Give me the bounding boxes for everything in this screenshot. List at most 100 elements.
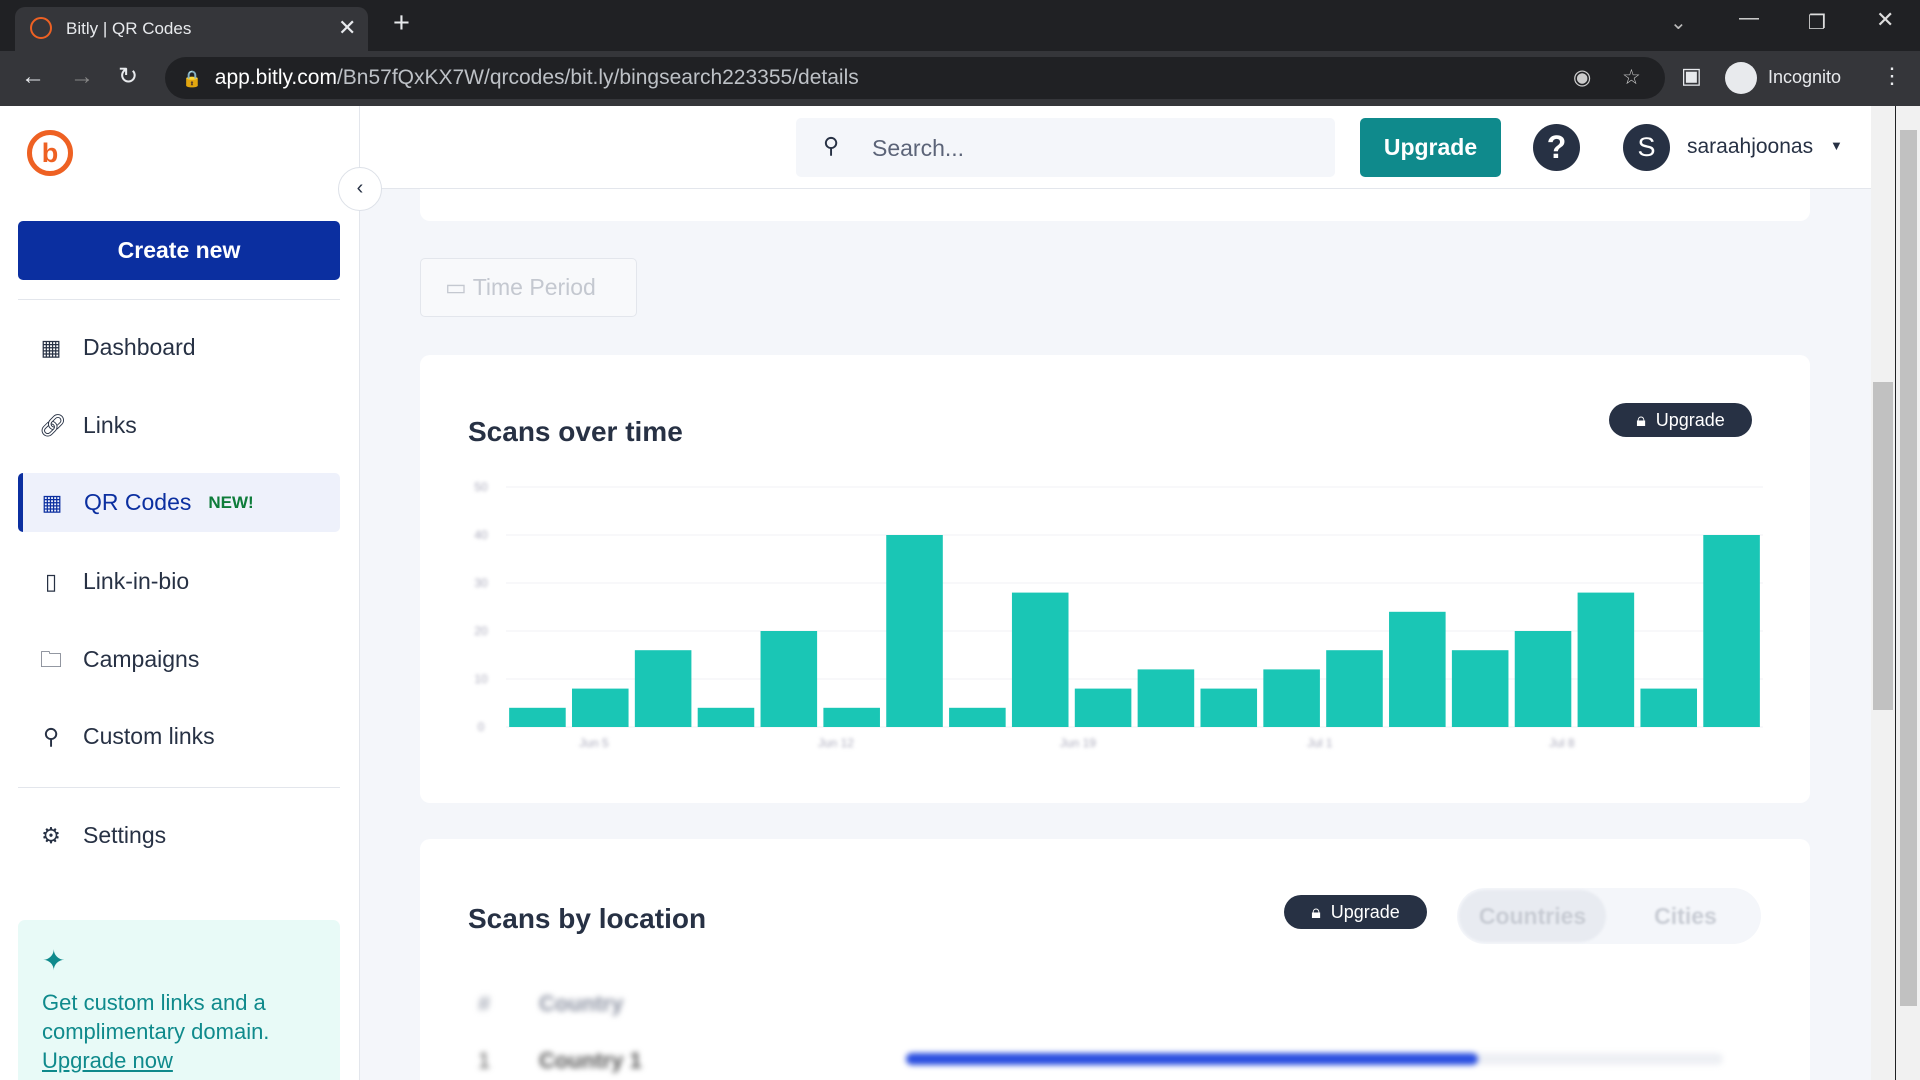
- sidebar-item-custom-links[interactable]: ⚲ Custom links: [18, 707, 340, 766]
- scrollbar[interactable]: [1871, 106, 1895, 1080]
- chevron-down-icon[interactable]: ▼: [1830, 138, 1843, 153]
- sidebar: b ‹ Create new ▦ Dashboard 🔗︎ Links ▦ QR Co…: [0, 106, 382, 1080]
- collapse-sidebar-button[interactable]: ‹: [338, 167, 382, 211]
- close-window-icon[interactable]: ✕: [1876, 7, 1894, 33]
- x-tick-label: Jun 5: [579, 736, 609, 750]
- menu-icon[interactable]: ⋮: [1881, 63, 1903, 89]
- sidepanel-icon[interactable]: ▣: [1681, 63, 1702, 89]
- sidebar-item-link-in-bio[interactable]: ▯ Link-in-bio: [18, 552, 340, 611]
- url-host: app.bitly.com: [214, 66, 337, 89]
- tab-cities[interactable]: Cities: [1612, 890, 1759, 942]
- column-header: #: [478, 991, 491, 1016]
- chart-bar: [697, 707, 755, 727]
- sidebar-item-label: QR Codes: [84, 489, 192, 515]
- chart-bar: [1326, 650, 1383, 727]
- upgrade-pill[interactable]: 🔒︎ Upgrade: [1609, 403, 1752, 437]
- upgrade-pill-label: Upgrade: [1655, 409, 1725, 430]
- username[interactable]: saraahjoonas: [1687, 135, 1813, 159]
- location-toggle: Countries Cities: [1457, 888, 1761, 944]
- qr-icon: ▦: [41, 489, 63, 515]
- y-tick-label: 0: [478, 720, 485, 734]
- upgrade-pill-label: Upgrade: [1330, 901, 1400, 922]
- y-tick-label: 40: [474, 528, 488, 542]
- tab-countries[interactable]: Countries: [1459, 890, 1606, 942]
- lock-icon: 🔒︎: [1636, 409, 1646, 430]
- time-period-button[interactable]: ▭ Time Period: [420, 258, 637, 317]
- minimize-icon[interactable]: —: [1739, 7, 1759, 30]
- x-tick-label: Jul 1: [1307, 736, 1333, 750]
- chart-bar: [1011, 592, 1069, 727]
- y-tick-label: 30: [474, 576, 488, 590]
- chart-bar: [949, 707, 1006, 727]
- chart-bar: [1577, 592, 1635, 727]
- card-title: Scans by location: [468, 903, 707, 934]
- profile-label[interactable]: Incognito: [1768, 67, 1841, 88]
- chart-bar: [634, 650, 692, 727]
- upgrade-now-link[interactable]: Upgrade now: [42, 1048, 173, 1073]
- reload-icon[interactable]: ↻: [118, 62, 138, 91]
- chart-bar: [760, 631, 818, 727]
- page-icon: ▯: [44, 568, 58, 594]
- sidebar-item-label: Link-in-bio: [83, 568, 190, 594]
- scrollbar-thumb[interactable]: [1873, 382, 1893, 710]
- avatar[interactable]: S: [1623, 124, 1670, 171]
- sidebar-item-label: Custom links: [83, 723, 215, 749]
- chart-bar: [1389, 611, 1446, 727]
- address-bar[interactable]: 🔒 app.bitly.com/Bn57fQxKX7W/qrcodes/bit.…: [165, 57, 1665, 99]
- restore-icon[interactable]: ❐: [1808, 10, 1826, 35]
- search-input[interactable]: ⚲ Search...: [796, 118, 1335, 177]
- chart-bar: [1200, 688, 1258, 727]
- new-tab-icon[interactable]: +: [393, 7, 410, 40]
- create-new-button[interactable]: Create new: [18, 221, 340, 280]
- sidebar-item-label: Dashboard: [83, 334, 196, 360]
- sidebar-item-qr-codes[interactable]: ▦ QR Codes NEW!: [18, 473, 340, 532]
- upgrade-pill[interactable]: 🔒︎ Upgrade: [1284, 895, 1427, 929]
- page-scrollbar-thumb[interactable]: [1900, 130, 1917, 1006]
- chart-bar: [509, 707, 566, 727]
- chart-bar: [1451, 650, 1509, 727]
- gear-icon: ⚙: [41, 822, 61, 848]
- help-icon[interactable]: ?: [1533, 124, 1580, 171]
- chart-bar: [1640, 688, 1698, 727]
- grid-icon: ▦: [40, 334, 62, 360]
- browser-tab[interactable]: Bitly | QR Codes ✕: [15, 7, 368, 51]
- page-scrollbar[interactable]: [1896, 106, 1920, 1080]
- sidebar-item-dashboard[interactable]: ▦ Dashboard: [18, 318, 340, 377]
- divider: [18, 787, 340, 788]
- chart-bar: [1074, 688, 1132, 727]
- sidebar-item-settings[interactable]: ⚙ Settings: [18, 806, 340, 865]
- top-header: ⚲ Search... Upgrade ? S saraahjoonas ▼: [360, 106, 1871, 189]
- column-header: Country: [539, 991, 624, 1016]
- sidebar-item-campaigns[interactable]: 🗀 Campaigns: [18, 630, 340, 689]
- back-icon[interactable]: ←: [21, 63, 45, 91]
- sidebar-item-links[interactable]: 🔗︎ Links: [18, 396, 340, 455]
- promo-text: Get custom links and a complimentary dom…: [42, 990, 270, 1044]
- search-placeholder: Search...: [872, 135, 965, 161]
- row-name: Country 1: [539, 1048, 642, 1073]
- search-icon: ⚲: [823, 133, 840, 158]
- incognito-icon: [1725, 62, 1757, 94]
- scans-by-location-card: Scans by location 🔒︎ Upgrade Countries Ci…: [420, 839, 1810, 1080]
- upgrade-button[interactable]: Upgrade: [1360, 118, 1501, 177]
- y-tick-label: 10: [474, 672, 488, 686]
- bitly-logo[interactable]: b: [27, 130, 73, 176]
- star-icon[interactable]: ☆: [1622, 57, 1641, 99]
- scans-over-time-card: Scans over time 🔒︎ Upgrade 0 10 20 30 40 50 Jun…: [420, 355, 1810, 803]
- chart-bar: [571, 688, 629, 727]
- y-tick-label: 20: [474, 624, 488, 638]
- chart-bar: [1514, 631, 1572, 727]
- folder-star-icon: 🗀: [39, 646, 62, 672]
- browser-toolbar: ← → ↻ 🔒 app.bitly.com/Bn57fQxKX7W/qrcode…: [0, 51, 1920, 106]
- chart-bar: [1263, 669, 1320, 727]
- calendar-icon: ▭: [445, 274, 467, 300]
- tab-close-icon[interactable]: ✕: [338, 15, 356, 41]
- row-bar-track: [906, 1053, 1723, 1065]
- sidebar-item-label: Settings: [83, 822, 167, 848]
- link-icon: 🔗︎: [39, 412, 67, 438]
- time-period-label: Time Period: [472, 274, 596, 300]
- eye-off-icon[interactable]: ◉: [1573, 57, 1591, 99]
- tab-search-icon[interactable]: ⌄: [1670, 10, 1687, 35]
- upgrade-promo: ✦ Get custom links and a complimentary d…: [18, 920, 340, 1080]
- forward-icon[interactable]: →: [70, 63, 94, 91]
- chart-bar: [1703, 535, 1760, 727]
